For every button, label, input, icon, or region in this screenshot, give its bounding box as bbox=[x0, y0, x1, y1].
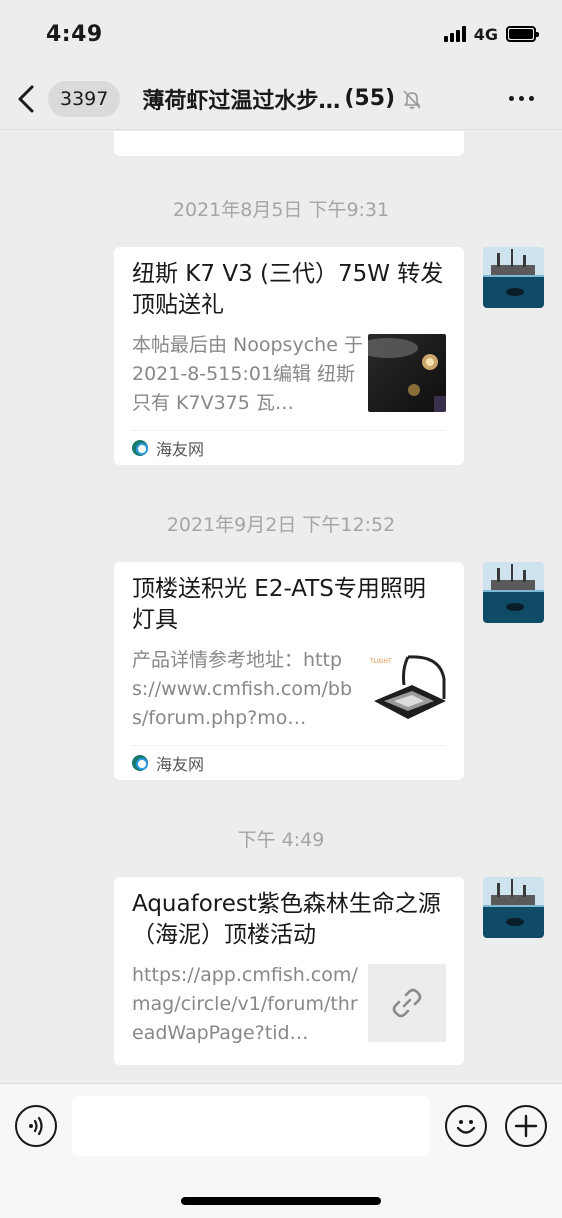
chat-title: 薄荷虾过温过水步… bbox=[142, 88, 341, 114]
status-indicators: 4G bbox=[443, 24, 539, 44]
mute-bell-icon bbox=[403, 89, 421, 109]
avatar[interactable] bbox=[483, 247, 544, 308]
smiley-icon bbox=[456, 1120, 476, 1134]
source-name: 海友网 bbox=[156, 755, 205, 774]
message-timestamp: 2021年8月5日 下午9:31 bbox=[172, 199, 390, 221]
card-source: 海友网 bbox=[132, 430, 446, 465]
card-title: Aquaforest紫色森林生命之源（海泥）顶楼活动 bbox=[132, 891, 441, 948]
aquarium-light-photo-thumbnail bbox=[368, 334, 446, 412]
thumb-caption: TLIGHT bbox=[369, 658, 392, 665]
status-bar: 4:49 4G bbox=[0, 0, 562, 68]
lamp-product-photo-thumbnail: TLIGHT bbox=[368, 649, 446, 727]
link-card-message[interactable]: 顶楼送积光 E2-ATS专用照明灯具 产品详情参考地址：https://www.… bbox=[114, 562, 464, 780]
chat-header: 3397 薄荷虾过温过水步… (55) bbox=[0, 68, 562, 130]
home-indicator[interactable] bbox=[181, 1197, 381, 1205]
previous-message-bubble[interactable] bbox=[114, 131, 464, 156]
link-card-message[interactable]: Aquaforest紫色森林生命之源（海泥）顶楼活动 https://app.c… bbox=[114, 877, 464, 1065]
message-timestamp: 2021年9月2日 下午12:52 bbox=[166, 514, 396, 536]
status-time: 4:49 bbox=[46, 21, 103, 47]
member-count: (55) bbox=[344, 86, 396, 111]
battery-icon bbox=[506, 26, 539, 42]
card-description: 产品详情参考地址：https://www.cmfish.com/bbs/foru… bbox=[132, 649, 353, 729]
message-timestamp: 下午 4:49 bbox=[237, 829, 325, 851]
card-description: 本帖最后由 Noopsyche 于 2021-8-515:01编辑 纽斯只有 K… bbox=[132, 334, 363, 414]
link-icon bbox=[368, 964, 446, 1042]
plus-icon bbox=[514, 1114, 538, 1138]
cellular-signal-icon bbox=[443, 26, 466, 42]
voice-icon bbox=[29, 1116, 43, 1136]
network-type: 4G bbox=[473, 24, 498, 44]
message-list[interactable]: 2021年8月5日 下午9:31 纽斯 K7 V3 (三代）75W 转发顶贴送礼… bbox=[0, 131, 562, 1083]
link-card-message[interactable]: 纽斯 K7 V3 (三代）75W 转发顶贴送礼 本帖最后由 Noopsyche … bbox=[114, 247, 464, 465]
card-source: 海友网 bbox=[132, 745, 446, 780]
message-input[interactable] bbox=[72, 1096, 430, 1156]
card-description: https://app.cmfish.com/mag/circle/v1/for… bbox=[132, 964, 358, 1044]
more-functions-button[interactable] bbox=[505, 1105, 547, 1147]
emoji-button[interactable] bbox=[445, 1105, 487, 1147]
avatar[interactable] bbox=[483, 562, 544, 623]
card-title: 顶楼送积光 E2-ATS专用照明灯具 bbox=[132, 576, 426, 633]
haiyou-logo-icon bbox=[132, 755, 148, 771]
source-name: 海友网 bbox=[156, 440, 205, 459]
more-options-icon[interactable] bbox=[509, 96, 546, 101]
haiyou-logo-icon bbox=[132, 440, 148, 456]
unread-count-badge[interactable]: 3397 bbox=[48, 80, 121, 117]
voice-input-button[interactable] bbox=[15, 1105, 57, 1147]
card-title: 纽斯 K7 V3 (三代）75W 转发顶贴送礼 bbox=[132, 261, 444, 318]
back-chevron-icon[interactable] bbox=[16, 84, 42, 114]
avatar[interactable] bbox=[483, 877, 544, 938]
